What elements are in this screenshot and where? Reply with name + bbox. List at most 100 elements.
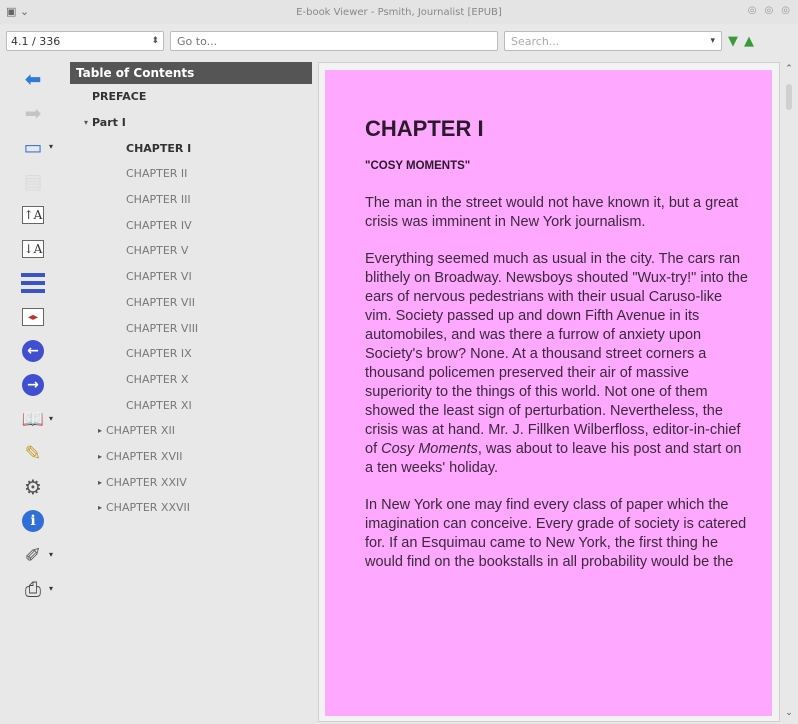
- chevron-down-icon[interactable]: ▾: [49, 584, 53, 593]
- next-page-icon: →: [22, 374, 44, 396]
- paragraph-italic: Cosy Moments: [381, 441, 478, 457]
- find-next-icon[interactable]: ▼: [728, 34, 738, 49]
- collapse-icon[interactable]: ▸: [94, 503, 106, 512]
- toc-item-label: CHAPTER IX: [126, 347, 192, 361]
- toc-button[interactable]: [13, 266, 53, 300]
- back-arrow-icon: ⬅: [24, 67, 42, 91]
- font-smaller-button[interactable]: ↓A: [13, 232, 53, 266]
- app-icon: ▣ ⌄: [6, 5, 30, 18]
- find-previous-icon[interactable]: ▲: [744, 34, 754, 49]
- toc-item-label: CHAPTER XI: [126, 398, 192, 412]
- search-input[interactable]: Search...: [511, 35, 559, 48]
- paragraph-text: Everything seemed much as usual in the c…: [365, 251, 748, 457]
- print-icon: ⎙: [25, 577, 41, 601]
- paragraph: The man in the street would not have kno…: [365, 195, 739, 230]
- toc-item[interactable]: CHAPTER IV: [70, 212, 312, 238]
- reference-mode-button[interactable]: 📖 ▾: [13, 402, 53, 436]
- toc-item-label: CHAPTER XII: [106, 424, 175, 438]
- toc-item[interactable]: ▾ Part I: [70, 110, 312, 136]
- scroll-up-icon[interactable]: ⌃: [782, 62, 796, 76]
- previous-page-icon: ←: [22, 340, 44, 362]
- toc-item-label: CHAPTER XVII: [106, 449, 183, 463]
- toc-item[interactable]: CHAPTER X: [70, 367, 312, 393]
- chevron-down-icon[interactable]: ▾: [49, 142, 53, 151]
- side-toolbar: ⬅ ➡ ▭ ▾ ▤ ↑A ↓A ◂▸ ← → 📖 ▾ ✎ ⚙ i ✐ ▾ ⎙ ▾: [0, 62, 66, 724]
- bookmark-icon: ✎: [24, 441, 42, 465]
- previous-page-button[interactable]: ←: [13, 334, 53, 368]
- chevron-down-icon[interactable]: ▾: [49, 550, 53, 559]
- preferences-button[interactable]: ⚙: [13, 470, 53, 504]
- toc-item-label: CHAPTER VI: [126, 270, 192, 284]
- paragraph: Everything seemed much as usual in the c…: [365, 250, 752, 478]
- toc-item-label: CHAPTER X: [126, 372, 189, 386]
- toc-item[interactable]: ▸ CHAPTER XVII: [70, 444, 312, 470]
- library-icon: ▭: [23, 135, 43, 159]
- page-position-spinbox[interactable]: 4.1 / 336 ⬍: [6, 31, 164, 51]
- info-button[interactable]: i: [13, 504, 53, 538]
- toc-item[interactable]: CHAPTER VI: [70, 264, 312, 290]
- fullscreen-button[interactable]: ◂▸: [13, 300, 53, 334]
- tweak-icon: ✐: [24, 543, 42, 567]
- toc-item-label: CHAPTER XXVII: [106, 501, 191, 515]
- main-toolbar: 4.1 / 336 ⬍ Search... ▾ ▼ ▲: [0, 26, 798, 56]
- toc-item[interactable]: CHAPTER I: [70, 135, 312, 161]
- copy-button[interactable]: ▤: [13, 164, 53, 198]
- vertical-scrollbar[interactable]: ⌃ ⌄: [782, 62, 796, 722]
- toc-item[interactable]: CHAPTER VIII: [70, 315, 312, 341]
- title-bar: ▣ ⌄ E-book Viewer - Psmith, Journalist […: [0, 0, 798, 24]
- toc-item[interactable]: CHAPTER XI: [70, 392, 312, 418]
- goto-input[interactable]: [170, 31, 498, 51]
- info-icon: i: [22, 510, 44, 532]
- bookmark-button[interactable]: ✎: [13, 436, 53, 470]
- back-button[interactable]: ⬅: [13, 62, 53, 96]
- spin-arrows-icon[interactable]: ⬍: [151, 36, 159, 46]
- toc-item-label: CHAPTER V: [126, 244, 189, 258]
- print-button[interactable]: ⎙ ▾: [13, 572, 53, 606]
- toc-item[interactable]: CHAPTER III: [70, 187, 312, 213]
- toc-item[interactable]: CHAPTER V: [70, 238, 312, 264]
- window-controls: ◎ ◎ ◎: [748, 5, 790, 16]
- font-smaller-icon: ↓A: [22, 240, 44, 258]
- page-position-value: 4.1 / 336: [11, 34, 61, 48]
- font-larger-icon: ↑A: [22, 206, 44, 224]
- toc-item-label: CHAPTER XXIV: [106, 475, 187, 489]
- chevron-down-icon[interactable]: ▾: [710, 36, 715, 46]
- toc-icon: [21, 273, 45, 293]
- toc-item[interactable]: CHAPTER II: [70, 161, 312, 187]
- toc-item[interactable]: CHAPTER VII: [70, 290, 312, 316]
- minimize-icon[interactable]: ◎: [748, 5, 757, 16]
- scroll-thumb[interactable]: [786, 84, 792, 110]
- window-title: E-book Viewer - Psmith, Journalist [EPUB…: [296, 6, 502, 18]
- toc-item[interactable]: PREFACE: [70, 84, 312, 110]
- collapse-icon[interactable]: ▸: [94, 452, 106, 461]
- toc-item-label: CHAPTER VII: [126, 295, 195, 309]
- font-larger-button[interactable]: ↑A: [13, 198, 53, 232]
- toc-list: PREFACE ▾ Part I CHAPTER I CHAPTER II CHAPTER…: [70, 84, 312, 521]
- chapter-subtitle: "COSY MOMENTS": [365, 160, 471, 172]
- scroll-down-icon[interactable]: ⌄: [782, 706, 796, 720]
- chevron-down-icon[interactable]: ▾: [49, 414, 53, 423]
- close-icon[interactable]: ◎: [781, 5, 790, 16]
- toc-header: Table of Contents: [70, 62, 312, 84]
- toc-item-label: Part I: [92, 116, 126, 130]
- toc-item[interactable]: ▸ CHAPTER XXVII: [70, 495, 312, 521]
- toc-item[interactable]: ▸ CHAPTER XII: [70, 418, 312, 444]
- maximize-icon[interactable]: ◎: [765, 5, 774, 16]
- toc-item-label: PREFACE: [92, 90, 147, 104]
- reference-mode-icon: 📖: [21, 408, 45, 430]
- toc-item[interactable]: CHAPTER IX: [70, 341, 312, 367]
- expand-icon[interactable]: ▾: [80, 118, 92, 127]
- book-page[interactable]: CHAPTER I "COSY MOMENTS" The man in the …: [325, 70, 772, 716]
- search-combobox[interactable]: Search... ▾: [504, 31, 722, 51]
- library-button[interactable]: ▭ ▾: [13, 130, 53, 164]
- tweak-button[interactable]: ✐ ▾: [13, 538, 53, 572]
- toc-item-label: CHAPTER I: [126, 141, 192, 155]
- toc-item[interactable]: ▸ CHAPTER XXIV: [70, 469, 312, 495]
- collapse-icon[interactable]: ▸: [94, 478, 106, 487]
- toc-item-label: CHAPTER III: [126, 193, 191, 207]
- copy-icon: ▤: [23, 169, 43, 193]
- collapse-icon[interactable]: ▸: [94, 426, 106, 435]
- forward-button[interactable]: ➡: [13, 96, 53, 130]
- next-page-button[interactable]: →: [13, 368, 53, 402]
- toc-item-label: CHAPTER VIII: [126, 321, 199, 335]
